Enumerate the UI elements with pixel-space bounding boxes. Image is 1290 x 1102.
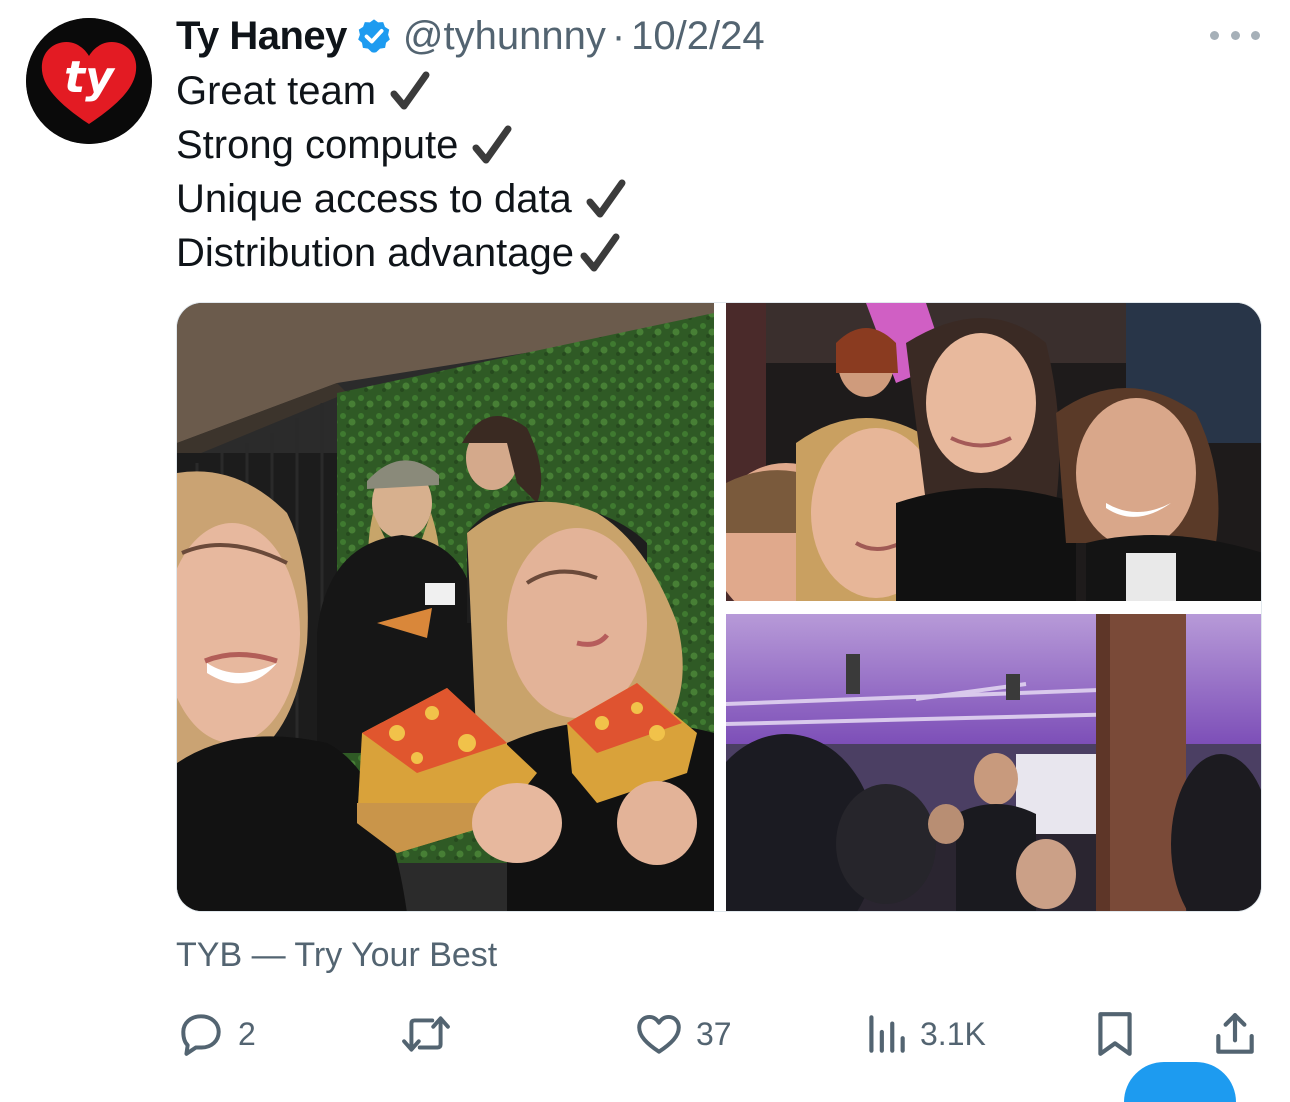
reply-count: 2 [238,1015,256,1052]
action-bar: 2 37 3.1K [176,1008,1262,1064]
reply-button[interactable]: 2 [176,1008,256,1060]
views-count: 3.1K [920,1015,986,1052]
bookmark-icon [1098,1012,1132,1056]
more-options-icon[interactable] [1210,18,1260,52]
reply-icon [181,1014,221,1056]
tweet-line: Great team [176,64,1256,118]
tweet[interactable]: ty Ty Haney @tyhunnny · 10/2/24 Great te… [0,0,1290,1102]
user-handle[interactable]: @tyhunnny [403,14,606,59]
share-button[interactable] [1210,1008,1260,1060]
floating-compose-button[interactable] [1124,1062,1236,1102]
repost-button[interactable] [396,1008,468,1060]
views-button[interactable]: 3.1K [864,1008,986,1060]
tweet-line-text: Unique access to data [176,177,572,221]
avatar-logo-text: ty [64,52,116,103]
tweet-line-text: Strong compute [176,123,459,167]
photo-event-room[interactable] [726,614,1261,911]
tweet-text: Great team Strong compute Unique access … [176,64,1256,280]
check-mark-icon [580,233,620,272]
views-chart-icon [869,1015,905,1053]
tweet-line: Distribution advantage [176,226,1256,280]
share-icon [1216,1013,1254,1054]
tweet-line-text: Distribution advantage [176,231,575,275]
verified-badge-icon [358,19,390,53]
check-mark-icon [586,179,626,218]
tweet-line: Strong compute [176,118,1256,172]
check-mark-icon [472,125,512,164]
like-count: 37 [696,1015,732,1052]
tweet-line: Unique access to data [176,172,1256,226]
repost-icon [402,1016,450,1052]
ty-logo-icon: ty [26,18,152,144]
tweet-date[interactable]: 10/2/24 [631,14,764,59]
heart-icon [637,1014,681,1054]
media-grid [176,302,1262,912]
photo-pizza-selfie[interactable] [177,303,714,911]
photo-group-selfie[interactable] [726,303,1261,601]
check-mark-icon [390,71,430,110]
like-button[interactable]: 37 [634,1008,732,1060]
tweet-line-text: Great team [176,69,377,113]
separator-dot: · [611,13,626,58]
avatar[interactable]: ty [26,18,152,144]
tweet-source[interactable]: TYB — Try Your Best [176,936,497,975]
bookmark-button[interactable] [1092,1008,1138,1060]
tweet-header: Ty Haney @tyhunnny · 10/2/24 [176,12,765,60]
display-name[interactable]: Ty Haney [176,14,347,59]
